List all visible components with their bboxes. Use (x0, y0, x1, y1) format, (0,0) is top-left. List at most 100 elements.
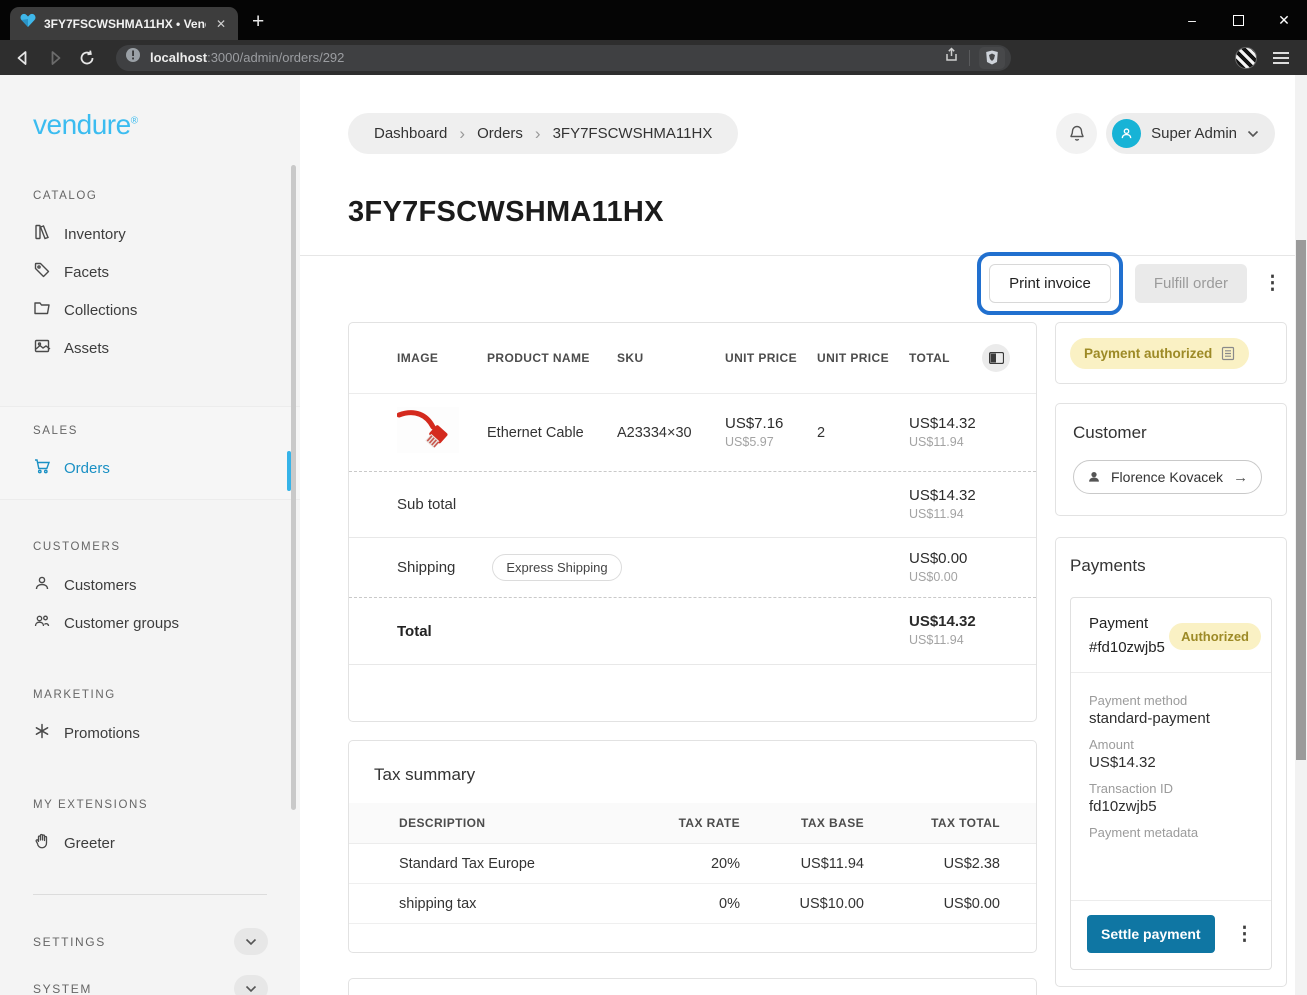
subtotal-net: US$11.94 (909, 507, 964, 521)
avatar (1112, 119, 1141, 148)
sidebar-scrollbar[interactable] (291, 165, 296, 810)
browser-profile-avatar[interactable] (1235, 47, 1257, 69)
forward-button[interactable] (44, 47, 66, 69)
share-icon[interactable] (942, 46, 960, 69)
sidebar-section-system[interactable]: SYSTEM (0, 975, 300, 995)
new-tab-button[interactable]: + (252, 8, 264, 36)
breadcrumb-orders[interactable]: Orders (477, 125, 523, 142)
sidebar-item-facets[interactable]: Facets (0, 253, 300, 291)
browser-toolbar: localhost:3000/admin/orders/292 (0, 40, 1307, 75)
tab-close-icon[interactable]: ✕ (214, 17, 228, 31)
sidebar-item-orders[interactable]: Orders (0, 449, 300, 487)
shipping-method-badge: Express Shipping (492, 554, 621, 581)
user-icon (33, 574, 51, 596)
url-text: localhost:3000/admin/orders/292 (150, 50, 933, 65)
col-header-unit-price-2: UNIT PRICE (817, 351, 909, 365)
payment-metadata-label: Payment metadata (1089, 825, 1253, 840)
col-header-sku: SKU (617, 351, 725, 365)
user-menu[interactable]: Super Admin (1106, 113, 1275, 154)
maximize-icon (1233, 15, 1244, 26)
product-name: Ethernet Cable (487, 425, 617, 441)
back-button[interactable] (12, 47, 34, 69)
vendure-logo[interactable]: vendure® (33, 109, 300, 141)
arrow-right-icon: → (1233, 469, 1248, 486)
breadcrumb-current: 3FY7FSCWSHMA11HX (553, 125, 713, 142)
sidebar-item-customer-groups[interactable]: Customer groups (0, 604, 300, 642)
sidebar-item-collections[interactable]: Collections (0, 291, 300, 329)
breadcrumb: Dashboard › Orders › 3FY7FSCWSHMA11HX (348, 113, 738, 154)
order-more-actions-button[interactable]: ⋮ (1263, 272, 1283, 295)
quantity: 2 (817, 425, 909, 441)
section-title-customers: CUSTOMERS (33, 541, 300, 553)
addressbar-divider (969, 50, 970, 66)
settle-payment-button[interactable]: Settle payment (1087, 915, 1215, 953)
col-header-total: TOTAL (909, 351, 982, 365)
customer-card: Customer Florence Kovacek → (1055, 403, 1287, 516)
site-info-icon[interactable] (125, 47, 141, 68)
sidebar: vendure® CATALOG Inventory Facets Collec… (0, 75, 300, 995)
payments-card: Payments Payment#fd10zwjb5 Authorized Pa… (1055, 537, 1287, 987)
order-state-badge[interactable]: Payment authorized (1070, 338, 1249, 369)
subtotal-row: Sub total US$14.32US$11.94 (349, 472, 1036, 538)
transaction-id-value: fd10zwjb5 (1089, 798, 1253, 815)
product-image (397, 407, 487, 458)
shipping-value: US$0.00 (909, 550, 967, 567)
reload-button[interactable] (76, 47, 98, 69)
payment-more-actions-button[interactable]: ⋮ (1235, 923, 1255, 946)
sidebar-section-settings[interactable]: SETTINGS (0, 928, 300, 955)
user-icon (1087, 470, 1101, 484)
breadcrumb-separator: › (535, 124, 541, 144)
column-settings-button[interactable] (982, 344, 1010, 372)
col-header-image: IMAGE (397, 351, 487, 365)
columns-icon (989, 352, 1004, 364)
brave-shield-icon[interactable] (979, 47, 1005, 69)
total-row: Total US$14.32US$11.94 (349, 598, 1036, 665)
fulfill-order-button[interactable]: Fulfill order (1135, 264, 1247, 303)
notifications-button[interactable] (1056, 113, 1097, 154)
breadcrumb-dashboard[interactable]: Dashboard (374, 125, 447, 142)
payment-method-value: standard-payment (1089, 710, 1253, 727)
vendure-favicon-icon (20, 13, 36, 34)
state-history-icon (1221, 346, 1235, 361)
window-minimize-button[interactable]: – (1169, 0, 1215, 40)
sidebar-item-promotions[interactable]: Promotions (0, 714, 300, 752)
asterisk-icon (33, 722, 51, 744)
main-content: Dashboard › Orders › 3FY7FSCWSHMA11HX Su… (300, 75, 1307, 995)
chevron-down-icon[interactable] (234, 975, 268, 995)
order-actions: Print invoice Fulfill order ⋮ (300, 247, 1307, 319)
tag-icon (33, 261, 51, 283)
amount-value: US$14.32 (1089, 754, 1253, 771)
tax-summary-title: Tax summary (374, 765, 1036, 785)
payment-status-badge: Authorized (1169, 623, 1261, 650)
sidebar-item-greeter[interactable]: Greeter (0, 824, 300, 862)
section-title-sales: SALES (33, 425, 300, 437)
sidebar-item-inventory[interactable]: Inventory (0, 215, 300, 253)
print-invoice-button[interactable]: Print invoice (989, 264, 1111, 303)
address-bar[interactable]: localhost:3000/admin/orders/292 (116, 45, 1011, 71)
page-scrollbar-thumb[interactable] (1296, 240, 1306, 760)
customer-name: Florence Kovacek (1111, 469, 1223, 485)
folder-icon (33, 299, 51, 321)
users-icon (33, 612, 51, 634)
order-line-row: Ethernet Cable A23334×30 US$7.16US$5.97 … (349, 394, 1036, 472)
browser-menu-icon[interactable] (1273, 52, 1289, 64)
section-title-catalog: CATALOG (33, 190, 300, 202)
image-icon (33, 337, 51, 359)
window-maximize-button[interactable] (1215, 0, 1261, 40)
browser-titlebar: 3FY7FSCWSHMA11HX • Vendure ✕ + – ✕ (0, 0, 1307, 40)
order-lines-card: IMAGE PRODUCT NAME SKU UNIT PRICE UNIT P… (348, 322, 1037, 722)
window-close-button[interactable]: ✕ (1261, 0, 1307, 40)
tab-title: 3FY7FSCWSHMA11HX • Vendure (44, 17, 206, 31)
page-title: 3FY7FSCWSHMA11HX (348, 196, 1307, 229)
line-total: US$14.32US$11.94 (909, 415, 982, 451)
payment-id: #fd10zwjb5 (1089, 639, 1165, 656)
page-scrollbar[interactable] (1295, 75, 1307, 995)
chevron-down-icon[interactable] (234, 928, 268, 955)
customer-link[interactable]: Florence Kovacek → (1073, 460, 1262, 494)
product-sku: A23334×30 (617, 425, 725, 441)
sidebar-item-assets[interactable]: Assets (0, 329, 300, 367)
section-title-my-extensions: MY EXTENSIONS (33, 799, 300, 811)
url-host: localhost (150, 50, 207, 65)
browser-tab[interactable]: 3FY7FSCWSHMA11HX • Vendure ✕ (10, 7, 238, 40)
sidebar-item-customers[interactable]: Customers (0, 566, 300, 604)
